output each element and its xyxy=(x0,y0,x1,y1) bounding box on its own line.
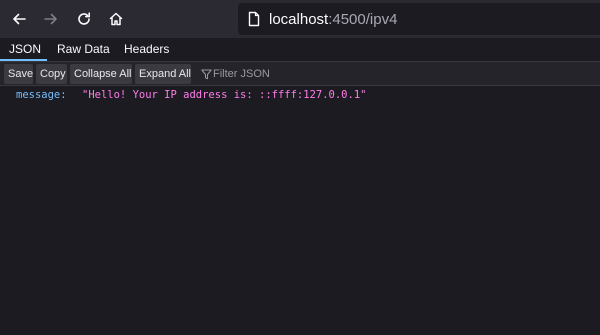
tab-raw-data[interactable]: Raw Data xyxy=(57,38,110,62)
browser-toolbar: localhost:4500/ipv4 xyxy=(0,0,600,38)
back-button[interactable] xyxy=(6,6,32,32)
home-button[interactable] xyxy=(103,6,129,32)
copy-button[interactable]: Copy xyxy=(36,64,67,84)
json-toolbar: Save Copy Collapse All Expand All xyxy=(0,62,600,86)
filter-json-input[interactable] xyxy=(213,64,583,84)
reload-icon xyxy=(78,12,90,25)
home-icon xyxy=(109,12,123,26)
filter-icon xyxy=(201,69,212,80)
tab-headers[interactable]: Headers xyxy=(124,38,169,62)
url-text[interactable]: localhost:4500/ipv4 xyxy=(269,11,397,28)
viewer-tabs: JSON Raw Data Headers xyxy=(0,38,600,62)
arrow-right-icon xyxy=(44,13,57,25)
arrow-left-icon xyxy=(13,13,26,25)
json-row: message: "Hello! Your IP address is: ::f… xyxy=(0,87,600,103)
page-icon xyxy=(248,11,260,27)
expand-all-button[interactable]: Expand All xyxy=(135,64,191,84)
filter-box xyxy=(195,64,595,84)
collapse-all-button[interactable]: Collapse All xyxy=(70,64,132,84)
url-path: :4500/ipv4 xyxy=(328,11,398,28)
save-button[interactable]: Save xyxy=(4,64,33,84)
url-bar[interactable]: localhost:4500/ipv4 xyxy=(238,3,600,35)
active-tab-indicator xyxy=(0,59,47,61)
forward-button[interactable] xyxy=(38,6,64,32)
json-value: "Hello! Your IP address is: ::ffff:127.0… xyxy=(82,89,367,101)
json-key: message: xyxy=(16,89,67,101)
url-host: localhost xyxy=(269,11,329,28)
reload-button[interactable] xyxy=(71,6,97,32)
